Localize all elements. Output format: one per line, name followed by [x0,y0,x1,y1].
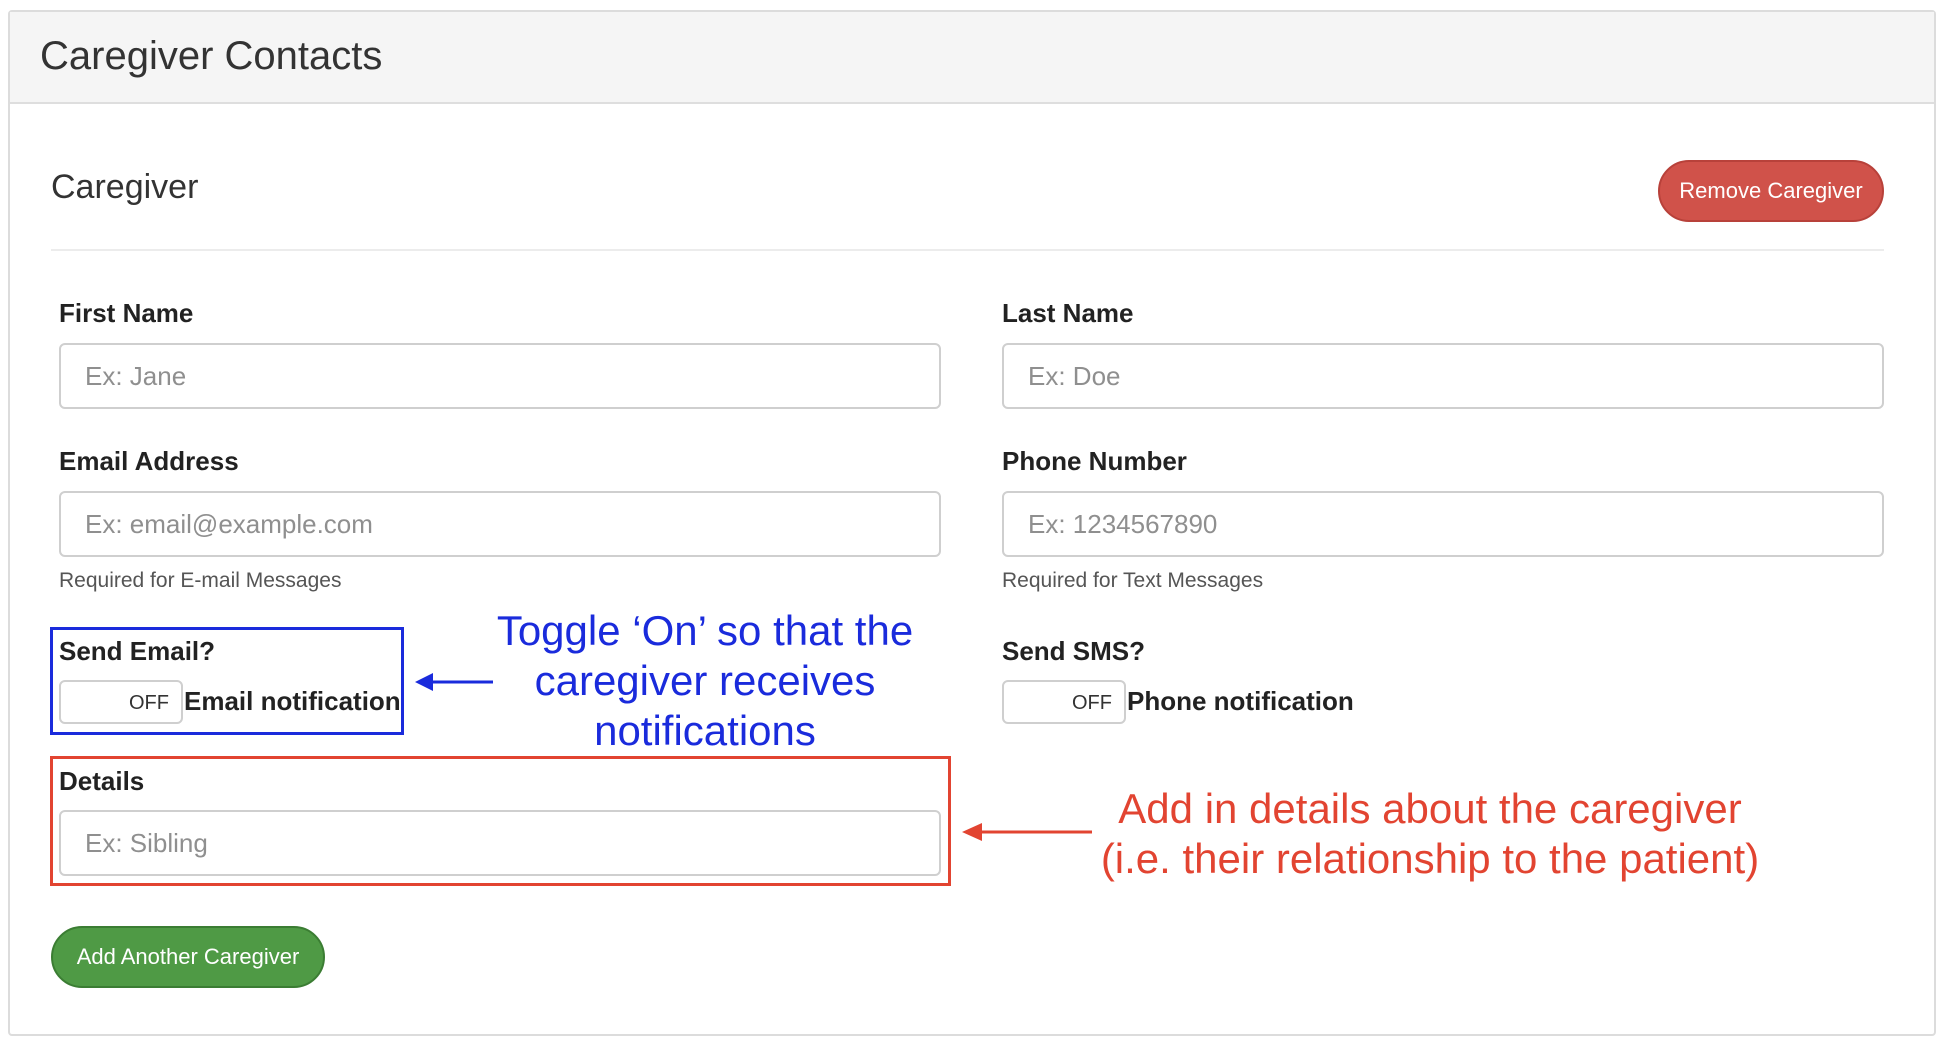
panel-title: Caregiver Contacts [40,34,383,78]
phone-number-label: Phone Number [1002,446,1187,476]
email-address-label: Email Address [59,446,239,476]
send-email-highlight-box [50,627,404,735]
last-name-label: Last Name [1002,298,1134,328]
details-annotation-text: Add in details about the caregiver (i.e.… [1095,784,1765,884]
caregiver-section-title: Caregiver [51,168,199,206]
send-sms-toggle[interactable]: OFF [1002,680,1126,724]
email-address-input[interactable] [59,491,941,557]
phone-notification-label: Phone notification [1127,686,1354,716]
details-annotation-line2: (i.e. their relationship to the patient) [1100,835,1760,882]
red-arrow-icon [962,823,1092,841]
first-name-label: First Name [59,298,194,328]
add-another-caregiver-button[interactable]: Add Another Caregiver [51,926,325,988]
toggle-annotation-line3: notifications [594,707,816,754]
email-help-text: Required for E-mail Messages [59,569,342,592]
last-name-input[interactable] [1002,343,1884,409]
phone-help-text: Required for Text Messages [1002,569,1264,592]
send-sms-toggle-state: OFF [1072,692,1112,714]
remove-caregiver-button[interactable]: Remove Caregiver [1658,160,1884,222]
panel-header: Caregiver Contacts [10,12,1934,104]
details-annotation-line1: Add in details about the caregiver [1118,785,1742,832]
phone-number-input[interactable] [1002,491,1884,557]
toggle-annotation-line2: caregiver receives [534,657,876,704]
toggle-annotation-text: Toggle ‘On’ so that the caregiver receiv… [470,606,940,756]
details-highlight-box [50,756,951,886]
first-name-input[interactable] [59,343,941,409]
section-divider [51,249,1884,251]
toggle-annotation-line1: Toggle ‘On’ so that the [496,607,914,654]
send-sms-label: Send SMS? [1002,636,1146,666]
